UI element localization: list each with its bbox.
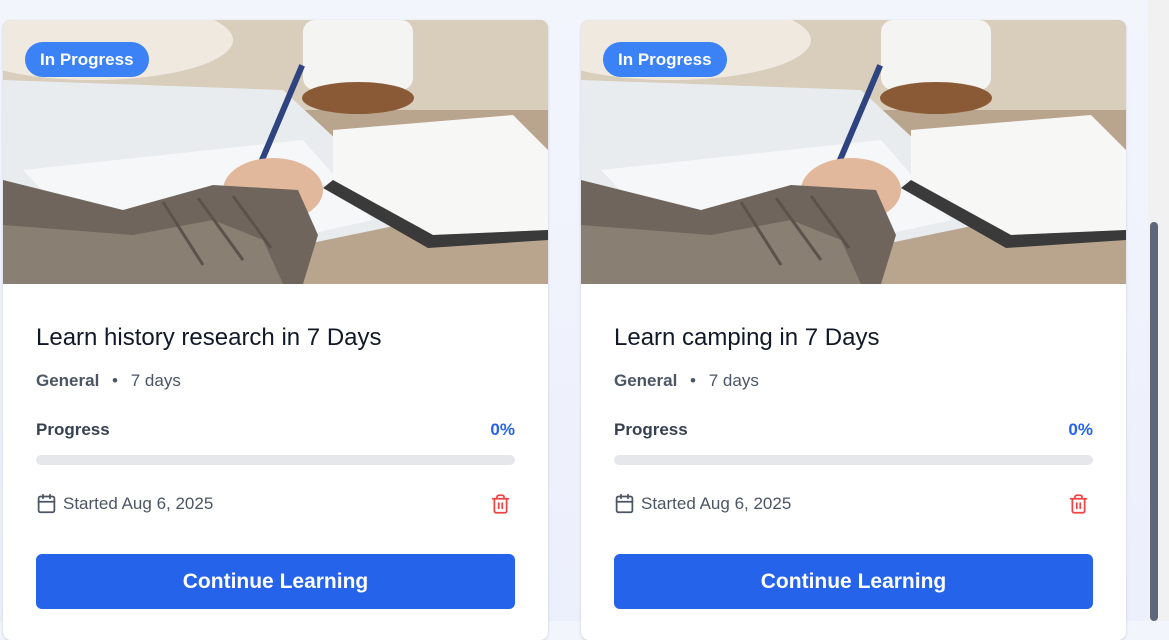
page-scrollbar[interactable] [1148,0,1169,621]
progress-label: Progress [36,420,110,439]
progress-bar [614,455,1093,465]
course-meta: General • 7 days [614,371,759,391]
course-card: In Progress Learn camping in 7 Days Gene… [581,20,1126,640]
course-grid: In Progress Learn history research in 7 … [0,0,1148,640]
course-meta: General • 7 days [36,371,181,391]
progress-label: Progress [614,420,688,439]
start-date-row: Started Aug 6, 2025 [614,493,791,514]
progress-percent: 0% [1068,420,1093,439]
trash-icon [1069,494,1087,514]
calendar-icon [615,493,634,514]
delete-course-button[interactable] [1066,492,1090,516]
progress-row: Progress 0% [36,420,515,440]
calendar-icon [37,493,56,514]
trash-icon [491,494,509,514]
start-date: Started Aug 6, 2025 [641,493,792,513]
progress-row: Progress 0% [614,420,1093,440]
scrollbar-thumb[interactable] [1150,222,1158,621]
course-thumbnail: In Progress [3,20,548,284]
course-category: General [36,371,100,390]
course-title: Learn history research in 7 Days [36,324,382,351]
continue-learning-button[interactable]: Continue Learning [36,554,515,609]
start-date: Started Aug 6, 2025 [63,493,214,513]
status-badge: In Progress [603,42,727,77]
meta-separator-dot: • [112,371,118,390]
meta-separator-dot: • [690,371,696,390]
delete-course-button[interactable] [488,492,512,516]
course-card: In Progress Learn history research in 7 … [3,20,548,640]
course-duration: 7 days [130,371,181,390]
progress-bar [36,455,515,465]
status-badge: In Progress [25,42,149,77]
course-thumbnail: In Progress [581,20,1126,284]
course-duration: 7 days [708,371,759,390]
course-category: General [614,371,678,390]
progress-percent: 0% [490,420,515,439]
continue-learning-button[interactable]: Continue Learning [614,554,1093,609]
course-title: Learn camping in 7 Days [614,324,880,351]
start-date-row: Started Aug 6, 2025 [36,493,213,514]
